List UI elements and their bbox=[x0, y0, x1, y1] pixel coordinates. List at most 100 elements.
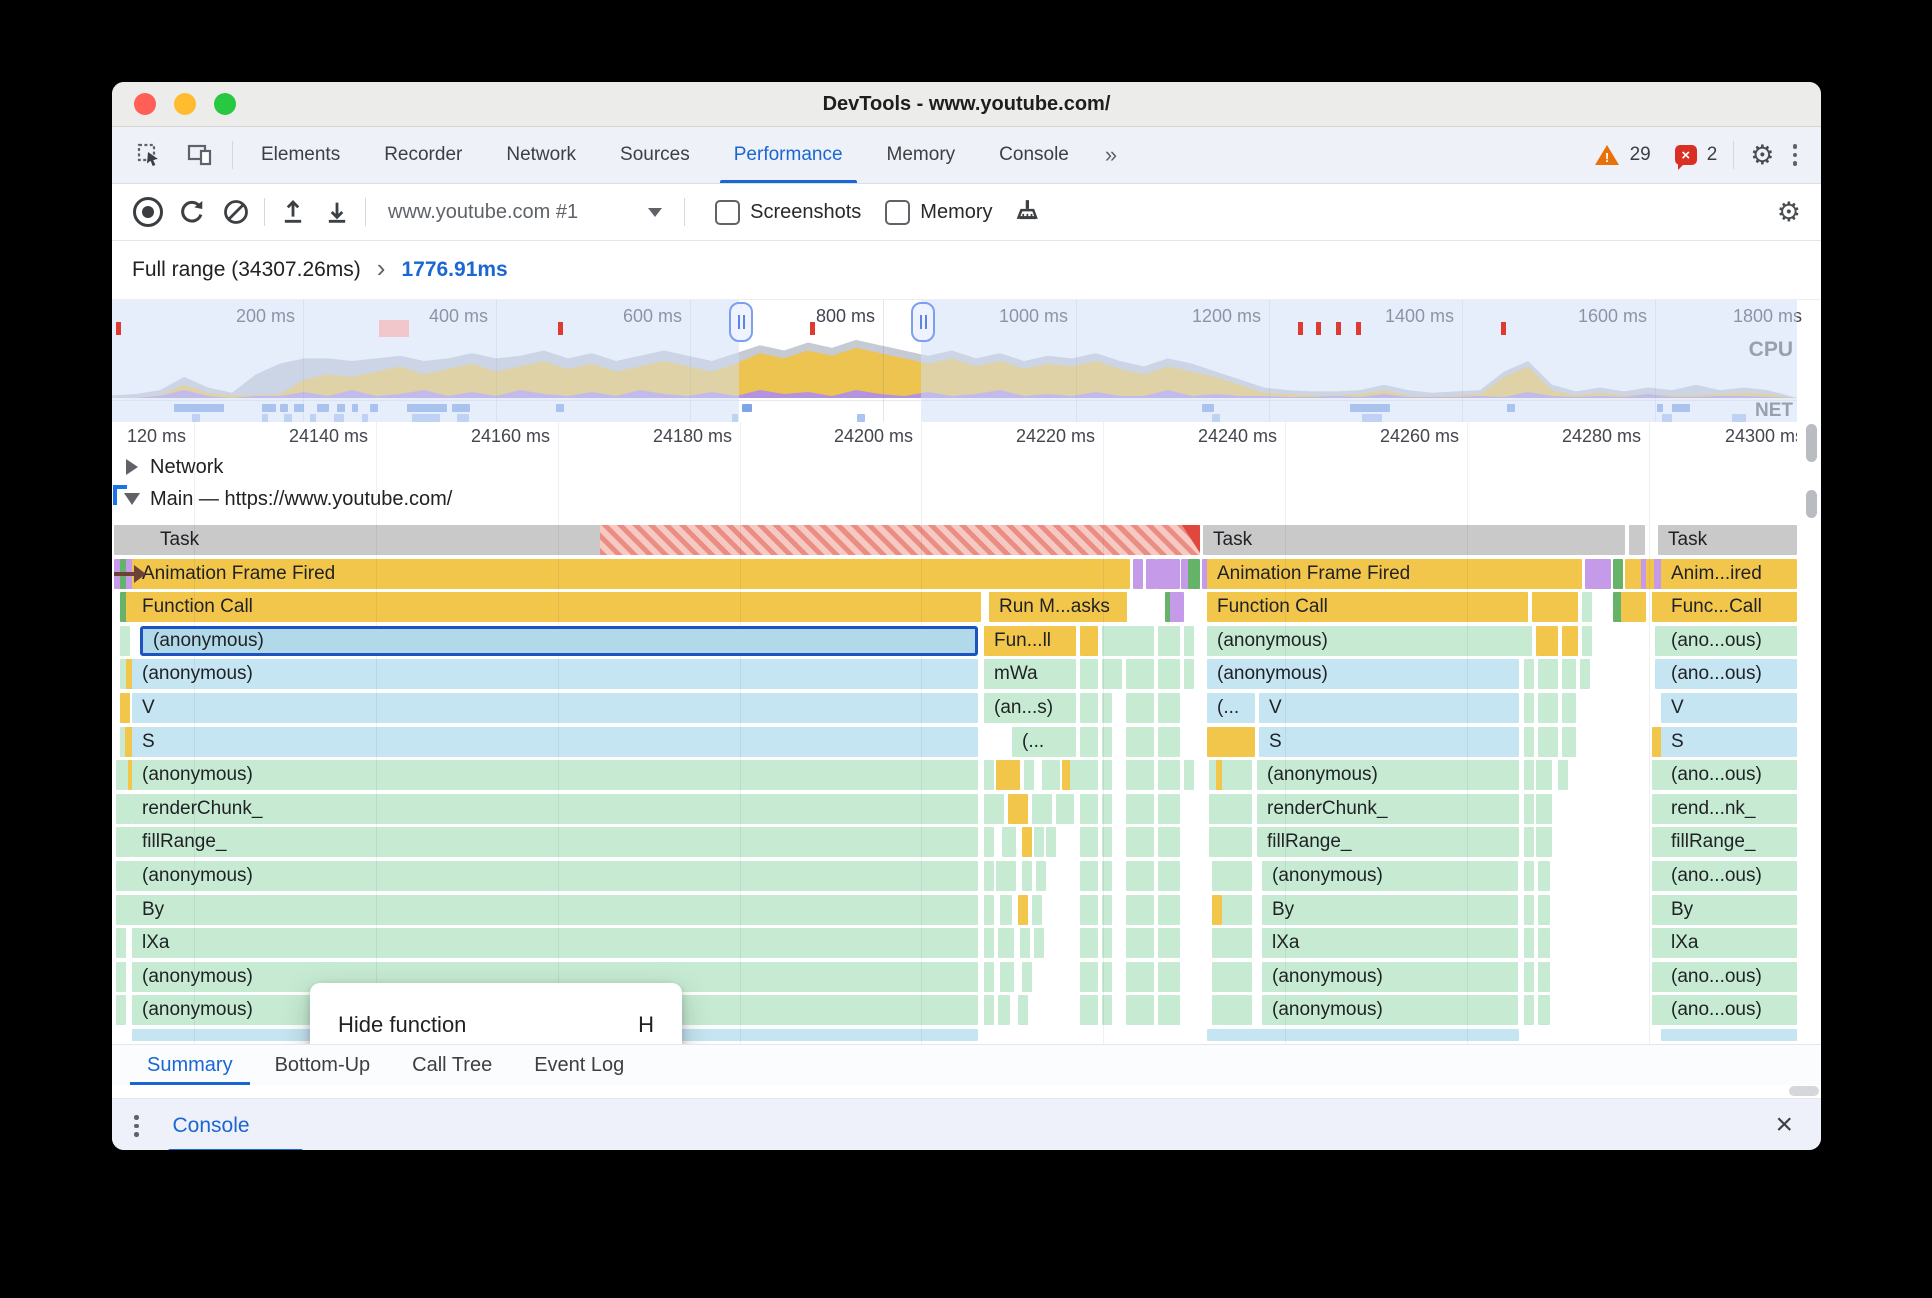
flame-event-anonymous[interactable]: (anonymous) bbox=[132, 760, 978, 791]
flame-event-v[interactable]: V bbox=[1259, 693, 1519, 723]
flame-event-func-call[interactable]: Func...Call bbox=[1661, 592, 1797, 623]
flame-event[interactable] bbox=[1050, 760, 1060, 791]
flame-event[interactable] bbox=[1524, 760, 1534, 791]
flame-event[interactable] bbox=[1536, 625, 1558, 656]
flame-event[interactable] bbox=[1126, 894, 1154, 925]
horizontal-scrollbar-thumb[interactable] bbox=[1789, 1086, 1819, 1096]
flame-event[interactable] bbox=[1070, 760, 1080, 791]
flame-event[interactable] bbox=[1080, 726, 1098, 757]
warning-count[interactable]: 29 bbox=[1630, 144, 1651, 166]
minimize-window-button[interactable] bbox=[174, 93, 196, 115]
flame-event[interactable] bbox=[116, 995, 126, 1026]
flame-event[interactable] bbox=[1000, 961, 1014, 992]
flame-event[interactable] bbox=[1538, 894, 1550, 925]
flame-event[interactable] bbox=[1158, 726, 1180, 757]
flame-event[interactable] bbox=[120, 693, 130, 723]
flame-event[interactable] bbox=[1635, 525, 1645, 555]
tab-elements[interactable]: Elements bbox=[239, 127, 362, 183]
flame-event[interactable] bbox=[1126, 625, 1154, 656]
flame-event[interactable] bbox=[1222, 928, 1252, 959]
details-tab-bottom-up[interactable]: Bottom-Up bbox=[254, 1045, 392, 1085]
horizontal-scrollbar[interactable] bbox=[112, 1085, 1821, 1099]
flame-event-renderchunk[interactable]: renderChunk_ bbox=[132, 793, 978, 824]
flame-event[interactable] bbox=[1126, 995, 1154, 1026]
flame-event[interactable] bbox=[1212, 995, 1222, 1026]
main-thread-section-header[interactable]: Main — https://www.youtube.com/ bbox=[112, 484, 1797, 514]
flame-event[interactable] bbox=[984, 894, 994, 925]
selection-handle-right[interactable] bbox=[911, 302, 935, 342]
flame-event-anonymous[interactable]: (anonymous) bbox=[1257, 760, 1519, 791]
flame-event[interactable] bbox=[1661, 1029, 1797, 1041]
flame-event-[interactable]: (... bbox=[1012, 726, 1076, 757]
tab-performance[interactable]: Performance bbox=[712, 127, 865, 183]
vertical-scrollbar-thumb[interactable] bbox=[1806, 424, 1817, 462]
flame-event[interactable] bbox=[1636, 592, 1646, 623]
flame-event[interactable] bbox=[1524, 995, 1534, 1026]
flame-event-anim-ired[interactable]: Anim...ired bbox=[1661, 558, 1797, 589]
flame-event[interactable] bbox=[1022, 827, 1032, 858]
close-window-button[interactable] bbox=[134, 93, 156, 115]
flame-event[interactable] bbox=[984, 793, 994, 824]
upload-profile-icon[interactable] bbox=[271, 192, 315, 232]
flame-event[interactable] bbox=[1222, 894, 1252, 925]
flame-event[interactable] bbox=[1036, 861, 1046, 891]
flame-event[interactable] bbox=[1158, 961, 1180, 992]
zoom-window-button[interactable] bbox=[214, 93, 236, 115]
flame-event[interactable] bbox=[1524, 894, 1534, 925]
flame-event[interactable] bbox=[1024, 760, 1034, 791]
flame-event-animation-frame-fired[interactable]: Animation Frame Fired bbox=[132, 558, 1130, 589]
flame-event[interactable] bbox=[1538, 928, 1550, 959]
flame-event[interactable] bbox=[1222, 827, 1252, 858]
flame-event[interactable] bbox=[1538, 659, 1558, 690]
breadcrumb-selection[interactable]: 1776.91ms bbox=[401, 258, 507, 282]
flame-event[interactable] bbox=[1158, 659, 1180, 690]
flame-event[interactable] bbox=[1524, 928, 1534, 959]
capture-settings-gear-icon[interactable]: ⚙ bbox=[1777, 198, 1801, 226]
download-profile-icon[interactable] bbox=[315, 192, 359, 232]
flame-event-task[interactable]: Task bbox=[1203, 525, 1625, 555]
flame-event[interactable] bbox=[120, 625, 130, 656]
tab-console[interactable]: Console bbox=[977, 127, 1091, 183]
flame-event[interactable] bbox=[1158, 693, 1180, 723]
flame-event-lxa[interactable]: lXa bbox=[1262, 928, 1518, 959]
flame-event[interactable] bbox=[1158, 625, 1180, 656]
flame-event-v[interactable]: V bbox=[1661, 693, 1797, 723]
details-tab-summary[interactable]: Summary bbox=[126, 1045, 254, 1085]
flame-event[interactable] bbox=[1536, 827, 1552, 858]
more-options-icon[interactable] bbox=[1785, 144, 1806, 166]
flame-event-fillrange[interactable]: fillRange_ bbox=[132, 827, 978, 858]
flame-event-animation-frame-fired[interactable]: Animation Frame Fired bbox=[1207, 558, 1582, 589]
flame-event-rend-nk[interactable]: rend...nk_ bbox=[1661, 793, 1797, 824]
flame-event[interactable] bbox=[1184, 625, 1194, 656]
flame-event-mwa[interactable]: mWa bbox=[984, 659, 1076, 690]
timeline-overview[interactable]: CPU NET 200 ms400 ms600 ms800 ms1000 ms1… bbox=[112, 299, 1821, 422]
flame-event[interactable] bbox=[1562, 726, 1576, 757]
flame-event[interactable] bbox=[1126, 961, 1154, 992]
flame-event[interactable] bbox=[1133, 558, 1143, 589]
flame-event[interactable] bbox=[1126, 827, 1154, 858]
flame-event[interactable] bbox=[1080, 928, 1098, 959]
flame-event-task[interactable]: Task bbox=[1658, 525, 1797, 555]
flame-event[interactable] bbox=[1018, 894, 1028, 925]
flame-event[interactable] bbox=[1022, 861, 1032, 891]
selection-handle-left[interactable] bbox=[729, 302, 753, 342]
flame-event[interactable] bbox=[1536, 793, 1552, 824]
flame-event[interactable] bbox=[1080, 894, 1098, 925]
flame-event[interactable] bbox=[1222, 760, 1252, 791]
flame-event[interactable] bbox=[1046, 827, 1056, 858]
flame-event[interactable] bbox=[1126, 659, 1154, 690]
error-icon[interactable]: × bbox=[1674, 145, 1697, 170]
flame-event[interactable] bbox=[1126, 928, 1154, 959]
flame-event[interactable] bbox=[1126, 793, 1154, 824]
flame-event[interactable] bbox=[984, 995, 994, 1026]
flame-event-ano-ous[interactable]: (ano...ous) bbox=[1661, 961, 1797, 992]
flame-event[interactable] bbox=[996, 760, 1020, 791]
flame-event[interactable] bbox=[1080, 961, 1098, 992]
error-count[interactable]: 2 bbox=[1707, 144, 1718, 166]
tab-memory[interactable]: Memory bbox=[865, 127, 978, 183]
flame-event[interactable] bbox=[1524, 861, 1534, 891]
flame-event[interactable] bbox=[1582, 625, 1592, 656]
flame-event-ano-ous[interactable]: (ano...ous) bbox=[1661, 995, 1797, 1026]
flame-event-anonymous[interactable]: (anonymous) bbox=[1207, 659, 1519, 690]
flame-event[interactable] bbox=[600, 525, 1200, 555]
